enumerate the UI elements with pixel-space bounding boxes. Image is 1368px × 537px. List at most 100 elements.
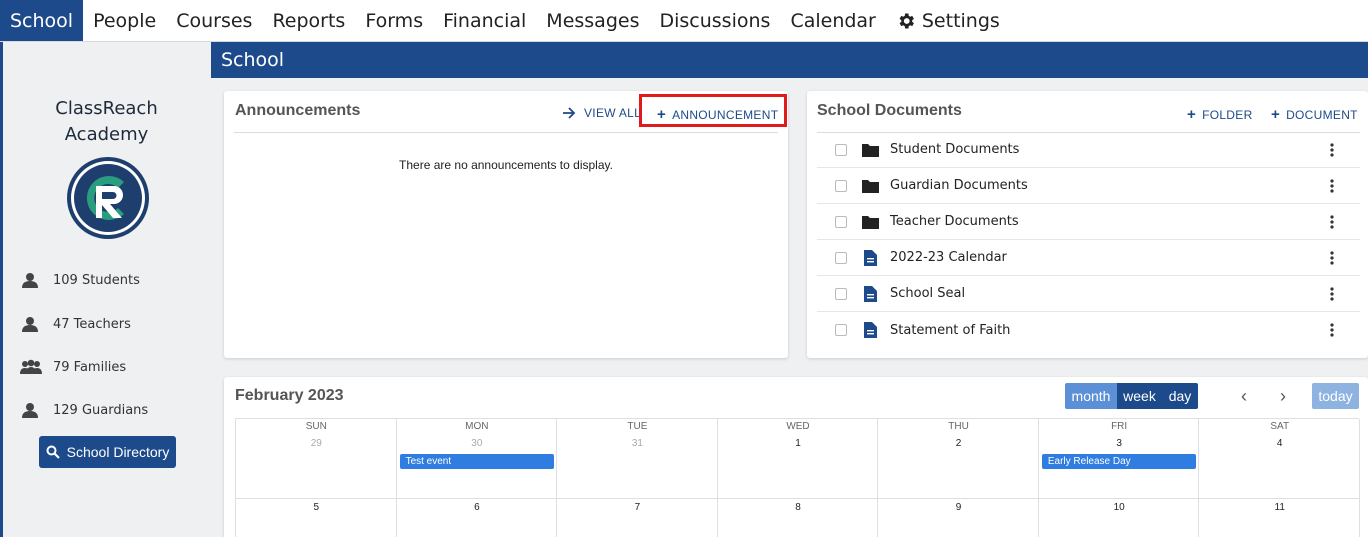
calendar-day-cell[interactable]: 10 bbox=[1039, 499, 1200, 537]
document-name[interactable]: Student Documents bbox=[890, 142, 1324, 157]
calendar-day-cell[interactable]: SUN 29 bbox=[236, 419, 397, 499]
calendar-day-cell[interactable]: 5 bbox=[236, 499, 397, 537]
person-icon bbox=[22, 273, 38, 288]
document-row[interactable]: Statement of Faith bbox=[817, 312, 1360, 348]
stat-families-label: 79 Families bbox=[53, 359, 127, 375]
stat-teachers[interactable]: 47 Teachers bbox=[20, 316, 131, 332]
document-name[interactable]: 2022-23 Calendar bbox=[890, 250, 1324, 265]
top-navigation: School People Courses Reports Forms Fina… bbox=[0, 0, 1368, 42]
stat-guardians[interactable]: 129 Guardians bbox=[20, 402, 148, 418]
plus-icon: + bbox=[1271, 106, 1281, 123]
school-logo bbox=[67, 157, 149, 239]
nav-forms[interactable]: Forms bbox=[355, 0, 433, 41]
nav-courses[interactable]: Courses bbox=[166, 0, 262, 41]
day-number: 1 bbox=[795, 438, 801, 449]
nav-people[interactable]: People bbox=[83, 0, 166, 41]
file-icon bbox=[863, 322, 877, 338]
document-checkbox[interactable] bbox=[835, 251, 847, 264]
document-checkbox[interactable] bbox=[835, 287, 847, 300]
day-of-week-label: THU bbox=[948, 421, 969, 432]
more-options-icon[interactable] bbox=[1324, 284, 1340, 304]
more-options-icon[interactable] bbox=[1324, 140, 1340, 160]
nav-financial[interactable]: Financial bbox=[433, 0, 536, 41]
announcements-title: Announcements bbox=[235, 102, 361, 119]
folder-icon bbox=[861, 179, 879, 193]
documents-title: School Documents bbox=[817, 102, 962, 119]
arrow-right-icon bbox=[563, 107, 576, 119]
school-directory-button[interactable]: School Directory bbox=[39, 436, 176, 468]
calendar-event[interactable]: Early Release Day bbox=[1041, 454, 1197, 469]
add-document-button[interactable]: + DOCUMENT bbox=[1271, 106, 1358, 123]
nav-calendar[interactable]: Calendar bbox=[780, 0, 885, 41]
school-sidebar: ClassReach Academy 109 Students 47 Teach… bbox=[3, 42, 210, 537]
calendar-day-cell[interactable]: SAT 4 bbox=[1199, 419, 1360, 499]
calendar-prev-button[interactable]: ‹ bbox=[1229, 383, 1259, 409]
page-title: School bbox=[221, 49, 285, 71]
document-row[interactable]: School Seal bbox=[817, 276, 1360, 312]
day-number: 31 bbox=[631, 438, 643, 449]
day-number: 29 bbox=[310, 438, 322, 449]
document-checkbox[interactable] bbox=[835, 215, 847, 228]
family-icon bbox=[20, 359, 42, 374]
nav-school[interactable]: School bbox=[0, 0, 84, 41]
document-name[interactable]: Guardian Documents bbox=[890, 178, 1324, 193]
day-number: 6 bbox=[474, 502, 480, 513]
calendar-day-cell[interactable]: 6 bbox=[397, 499, 558, 537]
more-options-icon[interactable] bbox=[1324, 212, 1340, 232]
folder-icon bbox=[861, 143, 879, 157]
more-options-icon[interactable] bbox=[1324, 248, 1340, 268]
calendar-day-cell[interactable]: 9 bbox=[878, 499, 1039, 537]
calendar-day-cell[interactable]: WED 1 bbox=[717, 419, 879, 499]
nav-settings[interactable]: Settings bbox=[886, 0, 1010, 41]
more-options-icon[interactable] bbox=[1324, 176, 1340, 196]
today-button[interactable]: today bbox=[1312, 383, 1359, 409]
day-of-week-label: SUN bbox=[305, 421, 327, 432]
highlight-box bbox=[639, 94, 787, 127]
view-week-button[interactable]: week bbox=[1117, 383, 1162, 409]
day-of-week-label: FRI bbox=[1111, 421, 1128, 432]
school-directory-label: School Directory bbox=[66, 444, 170, 460]
nav-discussions[interactable]: Discussions bbox=[649, 0, 780, 41]
file-icon bbox=[863, 285, 877, 302]
add-folder-button[interactable]: + FOLDER bbox=[1187, 106, 1253, 123]
calendar-day-cell[interactable]: THU 2 bbox=[878, 419, 1039, 499]
document-name[interactable]: School Seal bbox=[890, 286, 1324, 301]
document-row[interactable]: 2022-23 Calendar bbox=[817, 240, 1360, 276]
document-checkbox[interactable] bbox=[835, 143, 847, 156]
document-row[interactable]: Guardian Documents bbox=[817, 168, 1360, 204]
calendar-day-cell[interactable]: 7 bbox=[557, 499, 718, 537]
calendar-day-cell[interactable]: 8 bbox=[718, 499, 879, 537]
stat-families[interactable]: 79 Families bbox=[20, 359, 126, 375]
nav-settings-label: Settings bbox=[921, 9, 1000, 32]
document-row[interactable]: Teacher Documents bbox=[817, 204, 1360, 240]
plus-icon: + bbox=[1187, 106, 1197, 123]
day-of-week-label: SAT bbox=[1270, 421, 1290, 432]
view-day-button[interactable]: day bbox=[1162, 383, 1198, 409]
document-checkbox[interactable] bbox=[835, 324, 847, 336]
more-options-icon[interactable] bbox=[1324, 320, 1340, 340]
nav-reports[interactable]: Reports bbox=[262, 0, 355, 41]
day-number: 10 bbox=[1113, 502, 1125, 513]
nav-messages[interactable]: Messages bbox=[536, 0, 649, 41]
view-all-label: VIEW ALL bbox=[584, 106, 642, 120]
document-name[interactable]: Statement of Faith bbox=[890, 323, 1324, 338]
folder-icon bbox=[861, 215, 879, 229]
document-row[interactable]: Student Documents bbox=[817, 132, 1360, 168]
calendar-day-cell[interactable]: TUE 31 bbox=[557, 419, 718, 499]
document-name[interactable]: Teacher Documents bbox=[890, 214, 1324, 229]
add-folder-label: FOLDER bbox=[1202, 107, 1253, 122]
search-icon bbox=[46, 445, 60, 459]
calendar-next-button[interactable]: › bbox=[1268, 383, 1298, 409]
calendar-title: February 2023 bbox=[235, 387, 344, 404]
stat-students[interactable]: 109 Students bbox=[20, 272, 140, 288]
document-checkbox[interactable] bbox=[835, 179, 847, 192]
calendar-day-cell[interactable]: 11 bbox=[1199, 499, 1360, 537]
calendar-event[interactable]: Test event bbox=[399, 454, 555, 469]
day-number: 30 bbox=[471, 438, 483, 449]
day-of-week-label: TUE bbox=[627, 421, 648, 432]
view-all-link[interactable]: VIEW ALL bbox=[562, 106, 641, 120]
view-month-button[interactable]: month bbox=[1065, 383, 1117, 409]
file-icon bbox=[863, 249, 877, 266]
day-number: 2 bbox=[955, 438, 962, 449]
announcements-empty-message: There are no announcements to display. bbox=[399, 158, 613, 172]
